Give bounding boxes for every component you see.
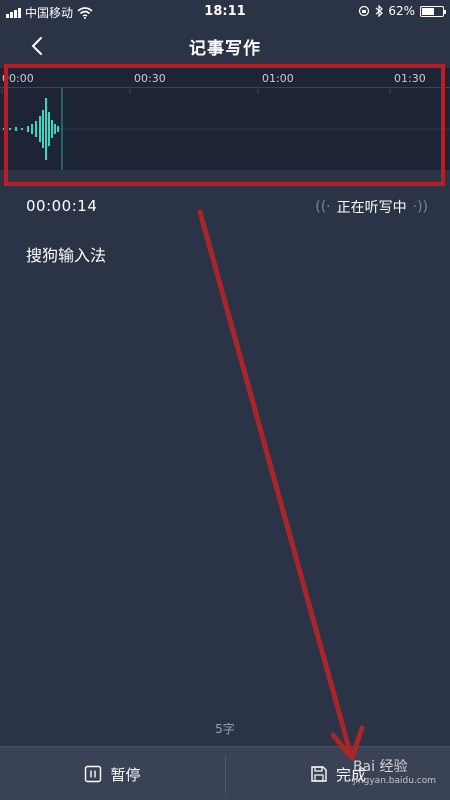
battery-percent: 62% xyxy=(388,4,415,18)
pause-label: 暂停 xyxy=(110,765,141,784)
status-right: 62% xyxy=(358,4,446,18)
listening-label: 正在听写中 xyxy=(336,200,407,216)
sound-wave-right-icon: ·)) xyxy=(412,199,428,215)
watermark-logo: Bai 经验 xyxy=(352,759,408,775)
word-count: 5字 xyxy=(215,722,235,736)
battery-fill xyxy=(422,7,435,15)
orientation-lock-icon xyxy=(359,5,370,17)
pause-icon xyxy=(85,765,102,783)
status-bar: 中国移动 18:11 62% xyxy=(0,0,450,24)
sound-wave-left-icon: ((· xyxy=(315,199,331,215)
dictation-text[interactable]: 搜狗输入法 xyxy=(26,242,106,266)
baidu-watermark: Bai 经验 jingyan.baidu.com xyxy=(353,756,436,786)
bluetooth-icon xyxy=(375,5,384,17)
watermark-url: jingyan.baidu.com xyxy=(352,776,436,786)
listening-status: ((· 正在听写中 ·)) xyxy=(315,197,428,217)
annotation-highlight-box xyxy=(4,64,445,186)
pause-button[interactable]: 暂停 xyxy=(0,747,225,800)
elapsed-time: 00:00:14 xyxy=(26,197,98,215)
save-icon xyxy=(311,766,327,782)
nav-header: 记事写作 xyxy=(0,24,450,68)
page-title: 记事写作 xyxy=(189,39,261,59)
battery-icon xyxy=(420,5,446,17)
